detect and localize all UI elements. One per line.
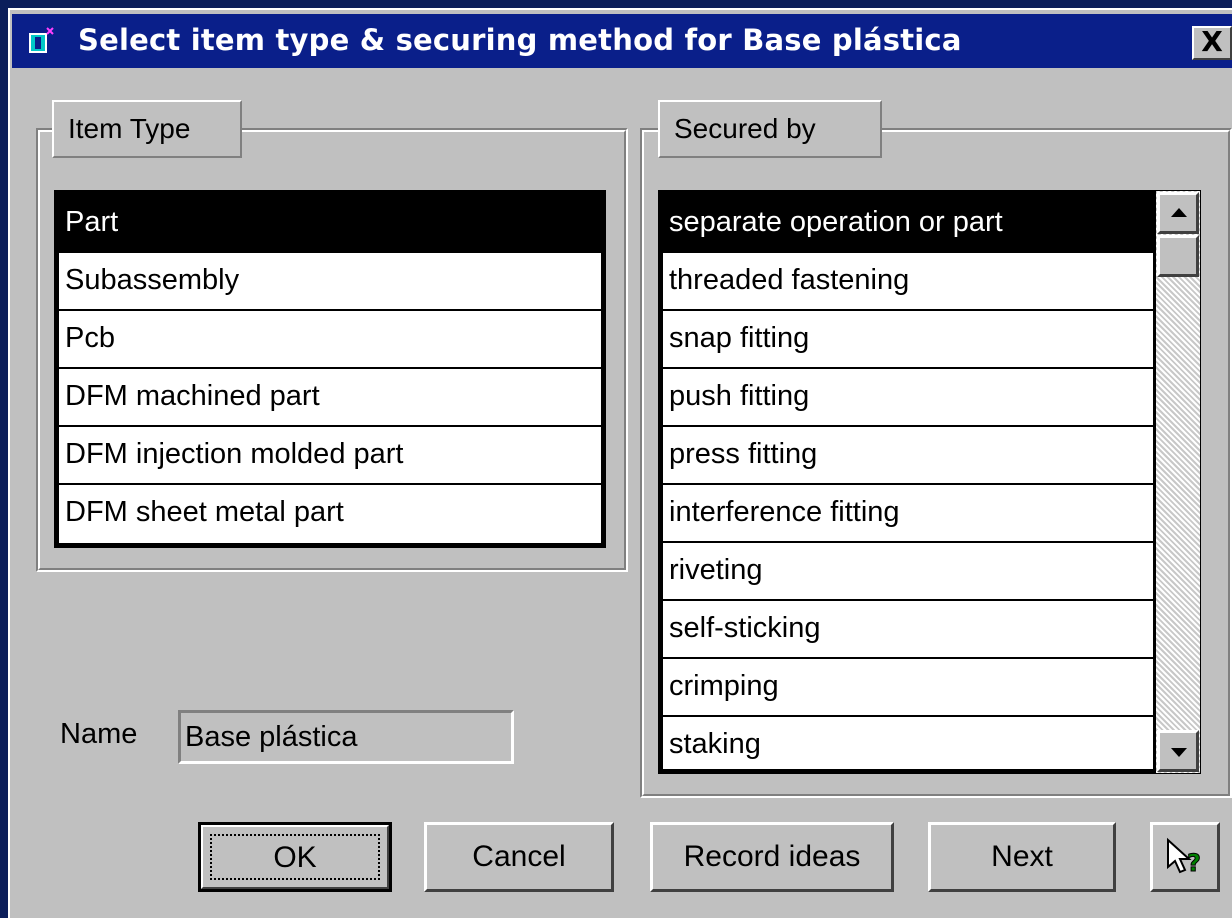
- help-button[interactable]: ?: [1150, 822, 1220, 892]
- name-field[interactable]: Base plástica: [178, 710, 514, 764]
- secured-by-label: Secured by: [658, 100, 882, 158]
- app-icon: [29, 27, 54, 53]
- item-type-option-subassembly[interactable]: Subassembly: [59, 253, 601, 311]
- secured-by-option[interactable]: threaded fastening: [663, 253, 1153, 311]
- scroll-down-button[interactable]: [1157, 730, 1199, 772]
- scroll-thumb[interactable]: [1157, 235, 1199, 277]
- ok-button[interactable]: OK: [198, 822, 392, 892]
- secured-by-scrollbar[interactable]: [1155, 190, 1201, 774]
- ok-button-label: OK: [210, 834, 380, 880]
- name-label: Name: [60, 718, 138, 750]
- item-type-label: Item Type: [52, 100, 242, 158]
- secured-by-option[interactable]: press fitting: [663, 427, 1153, 485]
- arrow-up-icon: [1171, 208, 1187, 217]
- item-type-option-dfm-sheet-metal[interactable]: DFM sheet metal part: [59, 485, 601, 543]
- secured-by-option[interactable]: interference fitting: [663, 485, 1153, 543]
- secured-by-option[interactable]: riveting: [663, 543, 1153, 601]
- secured-by-option[interactable]: snap fitting: [663, 311, 1153, 369]
- item-type-option-dfm-machined[interactable]: DFM machined part: [59, 369, 601, 427]
- secured-by-option[interactable]: staking: [663, 717, 1153, 775]
- arrow-down-icon: [1171, 748, 1187, 757]
- scroll-up-button[interactable]: [1157, 192, 1199, 234]
- secured-by-option[interactable]: push fitting: [663, 369, 1153, 427]
- svg-text:?: ?: [1187, 849, 1201, 877]
- item-type-list[interactable]: Part Subassembly Pcb DFM machined part D…: [54, 190, 606, 548]
- record-ideas-button[interactable]: Record ideas: [650, 822, 894, 892]
- next-button[interactable]: Next: [928, 822, 1116, 892]
- secured-by-option[interactable]: crimping: [663, 659, 1153, 717]
- secured-by-option[interactable]: self-sticking: [663, 601, 1153, 659]
- secured-by-list[interactable]: separate operation or part threaded fast…: [658, 190, 1158, 774]
- item-type-option-dfm-injection[interactable]: DFM injection molded part: [59, 427, 601, 485]
- title-bar[interactable]: Select item type & securing method for B…: [12, 14, 1232, 68]
- cancel-button[interactable]: Cancel: [424, 822, 614, 892]
- item-type-option-pcb[interactable]: Pcb: [59, 311, 601, 369]
- item-type-option-part[interactable]: Part: [59, 195, 601, 253]
- secured-by-option[interactable]: separate operation or part: [663, 195, 1153, 253]
- window-title: Select item type & securing method for B…: [78, 23, 962, 57]
- close-icon: X: [1201, 25, 1223, 58]
- close-button[interactable]: X: [1192, 26, 1232, 60]
- help-pointer-icon: ?: [1167, 837, 1201, 877]
